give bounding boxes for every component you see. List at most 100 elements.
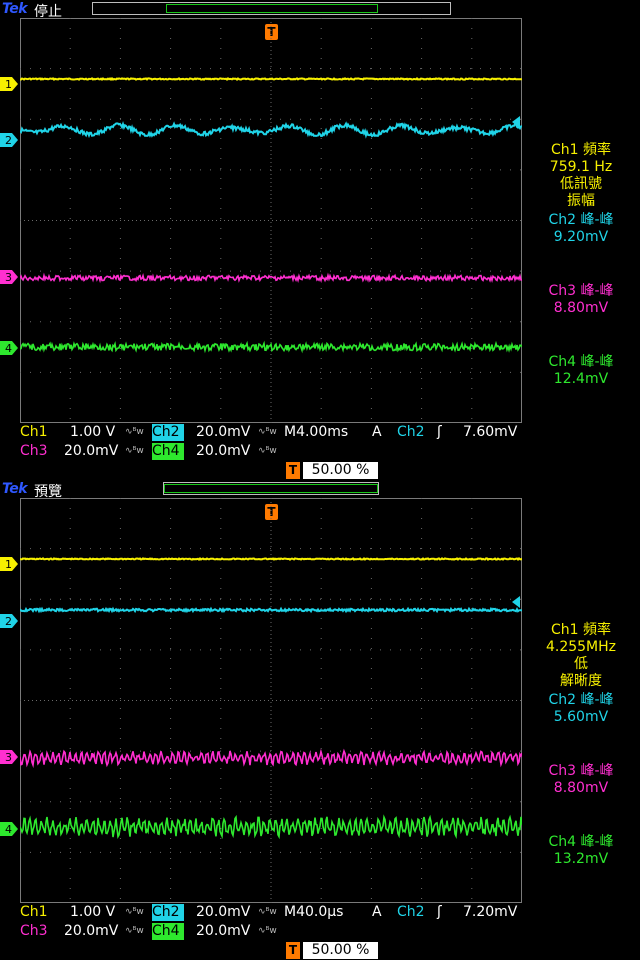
- ch3-marker[interactable]: 3: [0, 270, 18, 284]
- readout-value: 759.1 Hz: [549, 159, 613, 175]
- ch2-label[interactable]: Ch2: [152, 424, 184, 441]
- readout-value: 8.80mV: [553, 300, 609, 316]
- trigger-level-icon[interactable]: [510, 116, 520, 128]
- bandwidth-limit-icon: ∿ᴮw: [258, 446, 277, 456]
- ch2-marker[interactable]: 2: [0, 133, 18, 147]
- scope-screen-top: Tek 停止 T 1 2 3 4 Ch1 頻率 759.1 Hz 低訊號 振幅: [0, 0, 640, 480]
- ch2-scale[interactable]: 20.0mV: [196, 904, 250, 921]
- ch3-scale[interactable]: 20.0mV: [64, 923, 118, 940]
- readout-note: 振幅: [567, 193, 595, 209]
- ch1-marker[interactable]: 1: [0, 77, 18, 91]
- ch4-pk-pk-readout: Ch4 峰-峰 12.4mV: [522, 354, 640, 388]
- trigger-level[interactable]: 7.20mV: [463, 904, 517, 921]
- record-view-window[interactable]: [164, 484, 378, 493]
- trigger-mode[interactable]: A: [372, 424, 382, 441]
- status-bar: Tek 停止: [0, 0, 640, 20]
- bandwidth-limit-icon: ∿ᴮw: [125, 926, 144, 936]
- readout-label: Ch4 峰-峰: [548, 834, 614, 850]
- tek-logo: Tek: [2, 481, 28, 497]
- readout-value: 9.20mV: [553, 229, 609, 245]
- ch4-marker[interactable]: 4: [0, 341, 18, 355]
- ch2-pk-pk-readout: Ch2 峰-峰 5.60mV: [522, 692, 640, 726]
- readout-label: Ch4 峰-峰: [548, 354, 614, 370]
- ch2-marker[interactable]: 2: [0, 614, 18, 628]
- ch1-scale[interactable]: 1.00 V: [70, 424, 115, 441]
- ch3-scale[interactable]: 20.0mV: [64, 443, 118, 460]
- ch1-scale[interactable]: 1.00 V: [70, 904, 115, 921]
- ch4-waveform: [20, 340, 522, 354]
- ch1-marker[interactable]: 1: [0, 557, 18, 571]
- svg-text:4: 4: [5, 823, 12, 836]
- timebase[interactable]: M4.00ms: [284, 424, 348, 441]
- ch1-frequency-readout: Ch1 頻率 759.1 Hz 低訊號 振幅: [522, 142, 640, 210]
- ch4-label[interactable]: Ch4: [152, 923, 184, 940]
- ch4-marker[interactable]: 4: [0, 822, 18, 836]
- ch1-label[interactable]: Ch1: [20, 424, 48, 441]
- readout-label: Ch2 峰-峰: [548, 212, 614, 228]
- svg-text:1: 1: [5, 78, 12, 91]
- waveform-display: [20, 498, 522, 903]
- scope-screen-bottom: Tek 預覽 T 1 2 3 4 Ch1 頻率 4.255MHz 低 解晰度 C…: [0, 480, 640, 960]
- ch4-label[interactable]: Ch4: [152, 443, 184, 460]
- ch3-marker[interactable]: 3: [0, 750, 18, 764]
- trigger-level-icon[interactable]: [510, 596, 520, 608]
- ch2-waveform: [20, 606, 522, 614]
- trigger-mode[interactable]: A: [372, 904, 382, 921]
- horizontal-position[interactable]: 50.00 %: [303, 462, 378, 479]
- trigger-level[interactable]: 7.60mV: [463, 424, 517, 441]
- svg-text:2: 2: [5, 615, 12, 628]
- ch3-pk-pk-readout: Ch3 峰-峰 8.80mV: [522, 763, 640, 797]
- settings-bar: Ch1 1.00 V ∿ᴮw Ch2 20.0mV ∿ᴮw M4.00ms A …: [0, 424, 640, 480]
- readout-label: Ch3 峰-峰: [548, 763, 614, 779]
- trigger-source[interactable]: Ch2: [397, 904, 425, 921]
- readout-label: Ch1 頻率: [550, 622, 611, 638]
- record-view-window[interactable]: [166, 4, 378, 13]
- readout-value: 13.2mV: [553, 851, 609, 867]
- readout-value: 5.60mV: [553, 709, 609, 725]
- ch1-frequency-readout: Ch1 頻率 4.255MHz 低 解晰度: [522, 622, 640, 690]
- trigger-t-icon: T: [286, 942, 300, 959]
- ch3-pk-pk-readout: Ch3 峰-峰 8.80mV: [522, 283, 640, 317]
- ch1-waveform: [20, 556, 522, 561]
- readout-label: Ch3 峰-峰: [548, 283, 614, 299]
- ch2-label[interactable]: Ch2: [152, 904, 184, 921]
- readout-value: 12.4mV: [553, 371, 609, 387]
- record-length-bar: [163, 482, 379, 495]
- record-length-bar: [92, 2, 451, 15]
- ch3-label[interactable]: Ch3: [20, 443, 48, 460]
- bandwidth-limit-icon: ∿ᴮw: [125, 907, 144, 917]
- svg-text:1: 1: [5, 558, 12, 571]
- trigger-slope-icon: ʃ: [437, 904, 442, 920]
- bandwidth-limit-icon: ∿ᴮw: [125, 427, 144, 437]
- ch1-waveform: [20, 76, 522, 82]
- readout-value: 8.80mV: [553, 780, 609, 796]
- bandwidth-limit-icon: ∿ᴮw: [258, 427, 277, 437]
- ch3-label[interactable]: Ch3: [20, 923, 48, 940]
- ch2-scale[interactable]: 20.0mV: [196, 424, 250, 441]
- tek-logo: Tek: [2, 1, 28, 17]
- readout-note: 低: [574, 656, 588, 672]
- ch4-scale[interactable]: 20.0mV: [196, 923, 250, 940]
- ch4-pk-pk-readout: Ch4 峰-峰 13.2mV: [522, 834, 640, 868]
- readout-label: Ch1 頻率: [550, 142, 611, 158]
- status-bar: Tek 預覽: [0, 480, 640, 500]
- bandwidth-limit-icon: ∿ᴮw: [125, 446, 144, 456]
- readout-label: Ch2 峰-峰: [548, 692, 614, 708]
- trigger-t-icon: T: [286, 462, 300, 479]
- ch4-scale[interactable]: 20.0mV: [196, 443, 250, 460]
- svg-text:3: 3: [5, 271, 12, 284]
- ch2-pk-pk-readout: Ch2 峰-峰 9.20mV: [522, 212, 640, 246]
- svg-text:4: 4: [5, 342, 12, 355]
- bandwidth-limit-icon: ∿ᴮw: [258, 907, 277, 917]
- trigger-source[interactable]: Ch2: [397, 424, 425, 441]
- settings-bar: Ch1 1.00 V ∿ᴮw Ch2 20.0mV ∿ᴮw M40.0µs A …: [0, 904, 640, 960]
- timebase[interactable]: M40.0µs: [284, 904, 343, 921]
- bandwidth-limit-icon: ∿ᴮw: [258, 926, 277, 936]
- readout-value: 4.255MHz: [545, 639, 617, 655]
- svg-text:3: 3: [5, 751, 12, 764]
- ch1-label[interactable]: Ch1: [20, 904, 48, 921]
- horizontal-position[interactable]: 50.00 %: [303, 942, 378, 959]
- readout-note: 低訊號: [560, 176, 602, 192]
- readout-note: 解晰度: [560, 673, 602, 689]
- waveform-display: [20, 18, 522, 423]
